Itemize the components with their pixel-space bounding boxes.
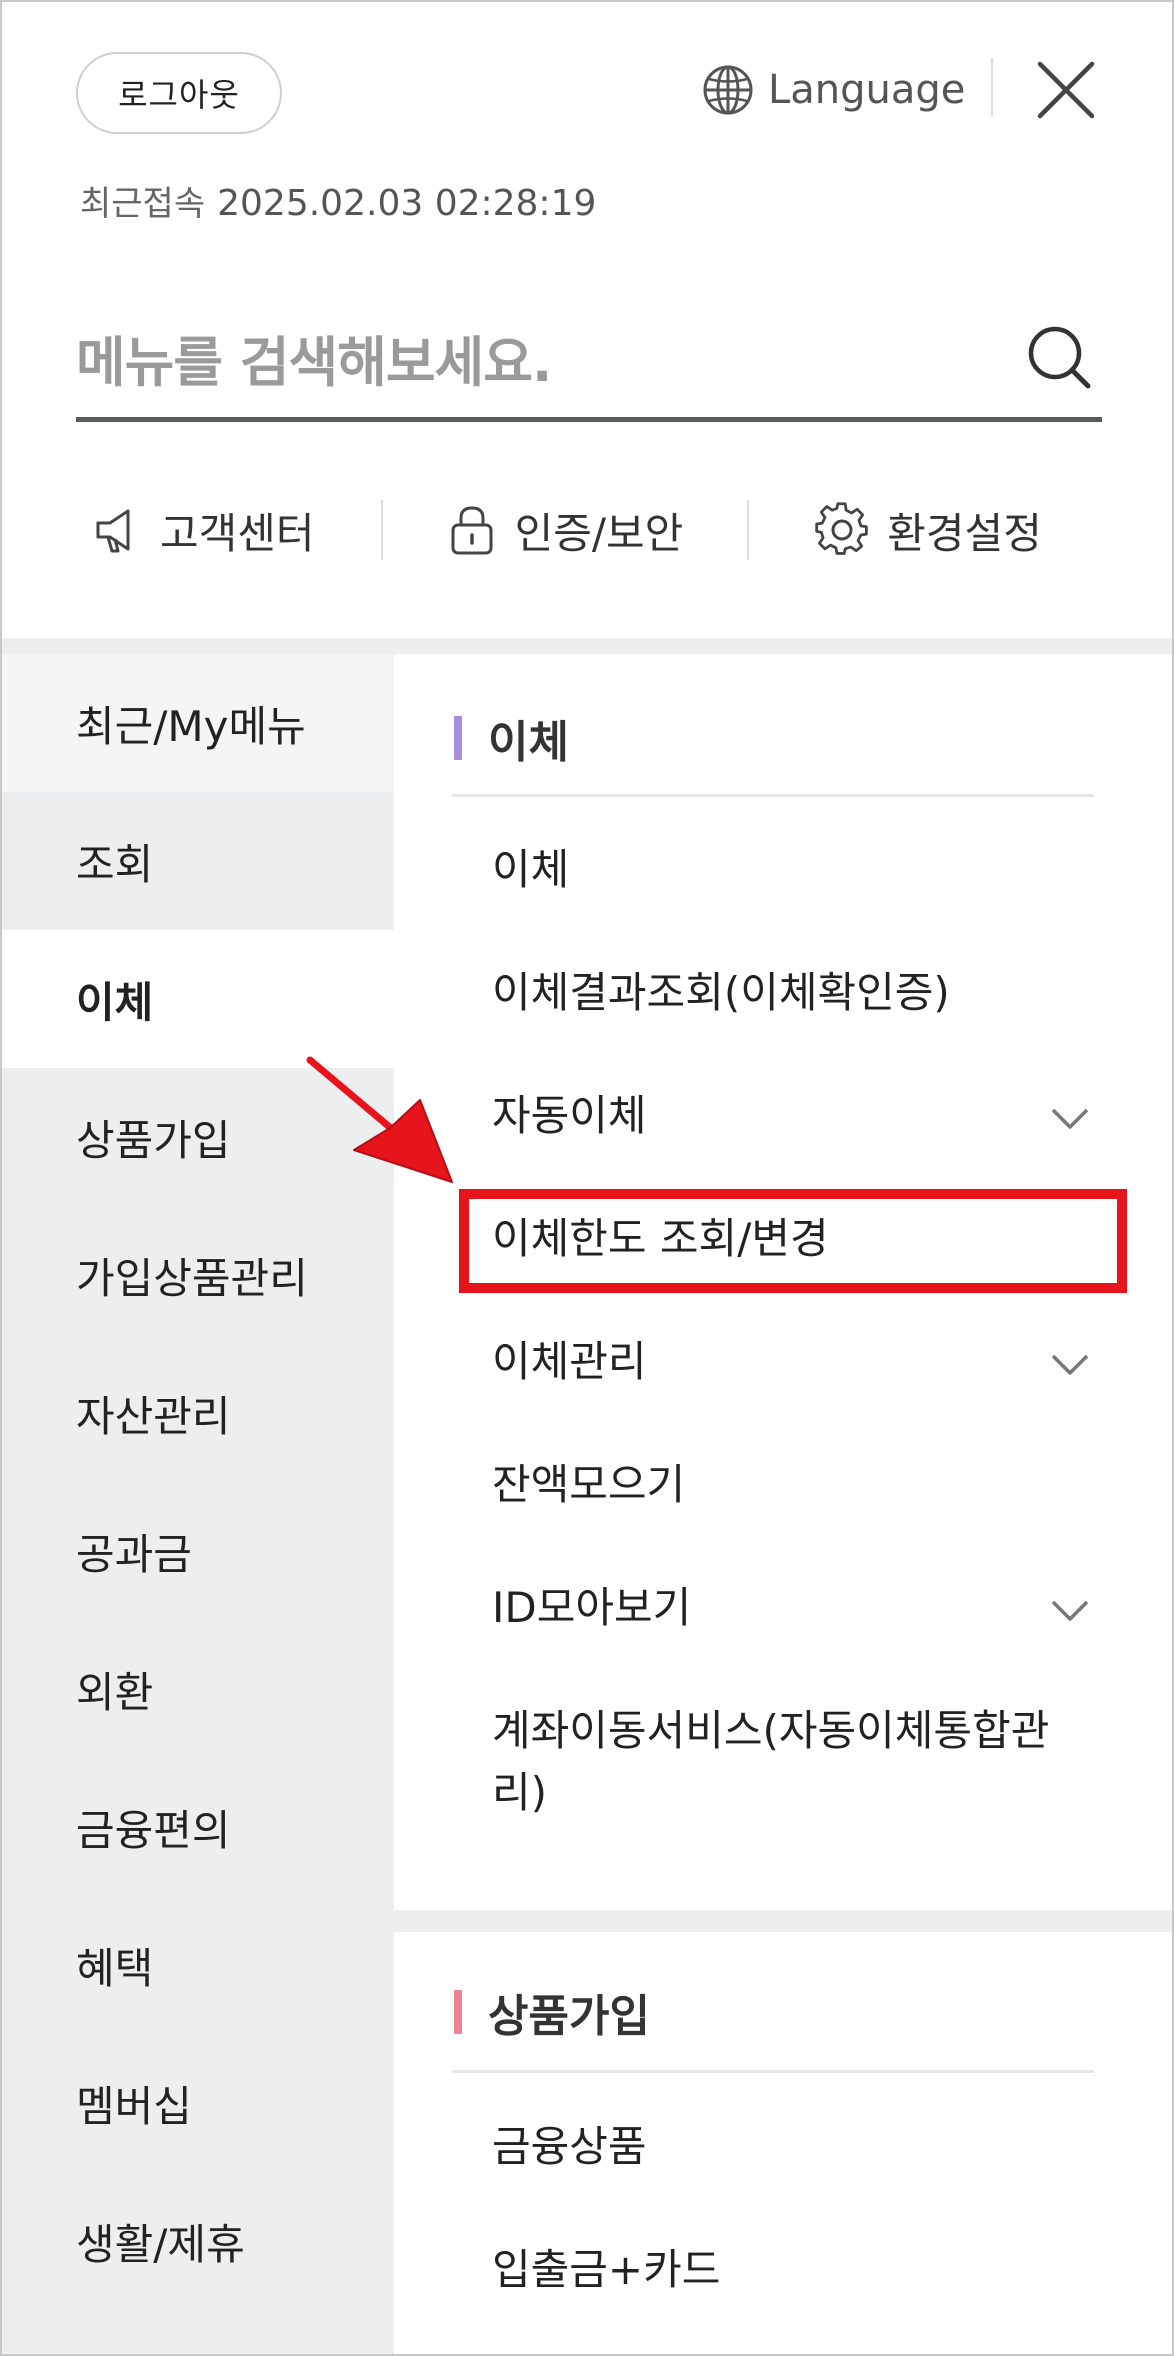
close-icon[interactable]: [1032, 56, 1100, 124]
gear-icon: [815, 502, 869, 555]
left-menu-item-forex[interactable]: 외환: [2, 1620, 394, 1758]
lock-icon: [451, 506, 493, 555]
language-button[interactable]: Language: [702, 54, 965, 126]
submenu-item-transfer-manage[interactable]: 이체관리: [492, 1331, 1092, 1393]
highlight-box: [459, 1189, 1127, 1293]
section-accent-bar: [454, 716, 462, 760]
settings-label: 환경설정: [887, 508, 1042, 558]
left-menu-item-membership[interactable]: 멤버십: [2, 2034, 394, 2172]
left-menu-item-recent[interactable]: 최근/My메뉴: [2, 654, 394, 792]
submenu-item-financial-product[interactable]: 금융상품: [492, 2116, 1092, 2178]
customer-center-link[interactable]: 고객센터: [90, 500, 315, 561]
customer-center-label: 고객센터: [160, 508, 315, 558]
menu-search-input[interactable]: [76, 312, 976, 412]
last-access-label: 최근접속: [80, 184, 206, 224]
globe-icon: [703, 65, 753, 115]
submenu-item-deposit-card[interactable]: 입출금+카드: [492, 2239, 1092, 2301]
left-menu-item-life[interactable]: 생활/제휴: [2, 2172, 394, 2310]
submenu-panel: 이체 이체 이체결과조회(이체확인증) 자동이체 이체한도 조회/변경 이체관리…: [394, 654, 1172, 2354]
megaphone-icon: [96, 509, 130, 553]
submenu-item-balance-sweep[interactable]: 잔액모으기: [492, 1454, 1092, 1516]
section-title-transfer: 이체: [454, 706, 569, 770]
section-title-label: 상품가입: [488, 1991, 650, 2042]
section-divider: [452, 2070, 1094, 2073]
menu-search-bar: [76, 312, 1102, 422]
quick-links: 고객센터 인증/보안 환경설정: [76, 490, 1102, 570]
chevron-down-icon[interactable]: [1050, 1352, 1090, 1378]
settings-link[interactable]: 환경설정: [813, 500, 1042, 561]
section-title-product-join: 상품가입: [454, 1980, 650, 2044]
quick-divider: [747, 500, 750, 560]
header-divider: [991, 58, 993, 116]
submenu-item-auto-transfer[interactable]: 자동이체: [492, 1085, 1092, 1147]
left-menu-item-benefit[interactable]: 혜택: [2, 1896, 394, 2034]
search-icon[interactable]: [1024, 322, 1094, 392]
left-category-menu: 최근/My메뉴 조회 이체 상품가입 가입상품관리 자산관리 공과금 외환 금융…: [2, 654, 394, 2354]
left-menu-item-product-manage[interactable]: 가입상품관리: [2, 1206, 394, 1344]
left-menu-item-convenience[interactable]: 금융편의: [2, 1758, 394, 1896]
chevron-down-icon[interactable]: [1050, 1598, 1090, 1624]
auth-security-label: 인증/보안: [514, 508, 684, 558]
last-access-time: 2025.02.03 02:28:19: [217, 183, 597, 224]
section-divider-band: [2, 638, 1172, 654]
left-menu-item-utility[interactable]: 공과금: [2, 1482, 394, 1620]
logout-button[interactable]: 로그아웃: [76, 52, 282, 134]
left-menu-item-inquiry[interactable]: 조회: [2, 792, 394, 930]
section-title-label: 이체: [488, 717, 569, 768]
submenu-item-id-collect[interactable]: ID모아보기: [492, 1577, 1092, 1639]
last-access-info: 최근접속 2025.02.03 02:28:19: [80, 176, 596, 225]
menu-screen: 로그아웃 Language 최근접속 2025.02.03 02:28:19 메…: [0, 0, 1174, 2356]
submenu-item-account-switch[interactable]: 계좌이동서비스(자동이체통합관리): [492, 1700, 1052, 1824]
section-gap-band: [394, 1910, 1172, 1932]
submenu-item-transfer[interactable]: 이체: [492, 839, 1092, 901]
section-accent-bar: [454, 1990, 462, 2034]
red-arrow-icon: [306, 1056, 453, 1183]
submenu-item-transfer-result[interactable]: 이체결과조회(이체확인증): [492, 962, 1092, 1024]
quick-divider: [380, 500, 383, 560]
chevron-down-icon[interactable]: [1050, 1106, 1090, 1132]
auth-security-link[interactable]: 인증/보안: [445, 500, 684, 561]
language-label: Language: [768, 67, 966, 113]
section-divider: [452, 794, 1094, 797]
left-menu-item-asset[interactable]: 자산관리: [2, 1344, 394, 1482]
